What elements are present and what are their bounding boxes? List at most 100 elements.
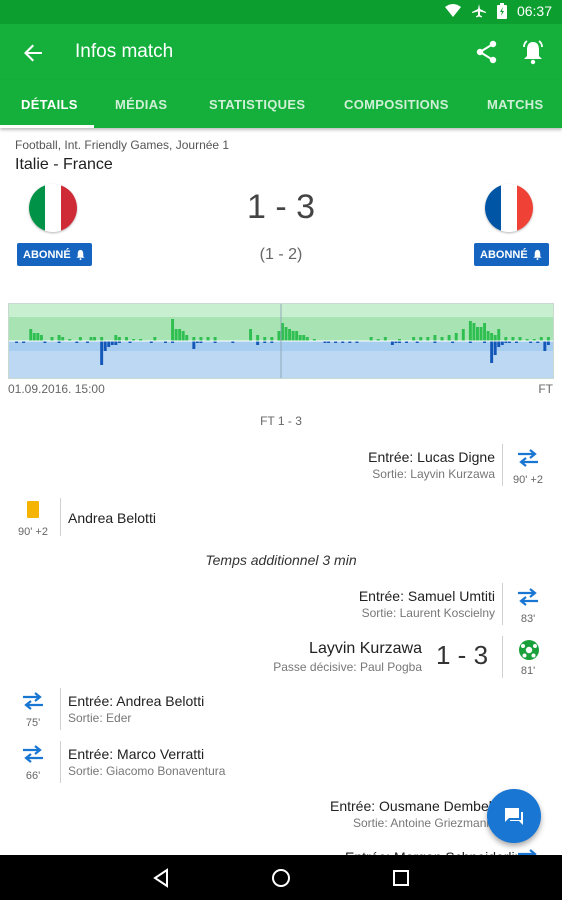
home-momentum-bar	[472, 323, 476, 341]
status-bar: 06:37	[0, 0, 562, 24]
home-momentum-bar	[185, 335, 189, 341]
italy-flag-icon[interactable]	[29, 184, 77, 232]
share-icon[interactable]	[474, 39, 500, 65]
away-momentum-bar	[390, 341, 394, 345]
home-momentum-bar	[483, 323, 487, 341]
tab-lineups[interactable]: COMPOSITIONS	[344, 97, 449, 112]
home-momentum-bar	[114, 335, 118, 341]
tab-details[interactable]: DÉTAILS	[21, 97, 78, 112]
nav-recents-icon[interactable]	[391, 867, 411, 889]
event-scorer: Layvin Kurzawa	[309, 640, 422, 657]
battery-icon	[496, 3, 507, 19]
event-minute: 81'	[520, 665, 536, 677]
home-momentum-bar	[29, 329, 33, 341]
kickoff-time: 01.09.2016. 15:00	[8, 382, 105, 396]
home-momentum-bar	[125, 337, 128, 341]
system-nav-bar	[0, 855, 562, 900]
away-momentum-bar	[256, 341, 260, 345]
match-score: 1 - 3	[246, 188, 316, 226]
page-title: Infos match	[75, 41, 174, 62]
home-momentum-bar	[171, 319, 175, 341]
chat-fab-button[interactable]	[487, 789, 541, 843]
event-player-in: Entrée: Samuel Umtiti	[358, 588, 495, 604]
home-momentum-bar	[479, 327, 483, 341]
home-momentum-bar	[288, 329, 292, 341]
home-momentum-bar	[213, 337, 217, 341]
chat-icon	[505, 808, 523, 825]
event-player-in: Entrée: Andrea Belotti	[68, 693, 205, 709]
event-assist: Passe décisive: Paul Pogba	[273, 660, 422, 674]
divider	[502, 583, 503, 625]
event-minute: 90' +2	[18, 526, 48, 538]
home-momentum-bar	[369, 337, 373, 341]
home-momentum-bar	[493, 335, 497, 341]
away-momentum-bar	[100, 341, 104, 365]
event-player-out: Sortie: Laurent Koscielny	[361, 606, 495, 620]
home-momentum-bar	[518, 337, 522, 341]
home-momentum-bar	[468, 321, 472, 341]
home-momentum-bar	[263, 337, 267, 341]
home-momentum-bar	[153, 337, 157, 341]
fulltime-label: FT	[538, 382, 553, 396]
event-player-in: Entrée: Marco Verratti	[68, 746, 205, 762]
divider	[502, 444, 503, 486]
substitution-icon	[23, 745, 43, 763]
home-momentum-bar	[412, 337, 416, 341]
home-momentum-bar	[295, 331, 299, 341]
home-momentum-bar	[511, 337, 515, 341]
tab-statistics[interactable]: STATISTIQUES	[209, 97, 305, 112]
home-momentum-bar	[440, 337, 444, 341]
home-momentum-bar	[476, 327, 479, 341]
tab-medias[interactable]: MÉDIAS	[115, 97, 167, 112]
tab-matches[interactable]: MATCHS	[487, 97, 543, 112]
away-subscribe-button[interactable]: ABONNÉ	[474, 243, 549, 266]
home-momentum-bar	[302, 335, 306, 341]
home-momentum-bar	[426, 337, 430, 341]
home-momentum-bar	[256, 335, 260, 341]
event-minute: 83'	[520, 613, 536, 625]
france-flag-icon[interactable]	[485, 184, 533, 232]
home-momentum-bar	[192, 337, 196, 341]
tab-indicator	[0, 125, 94, 128]
home-momentum-bar	[93, 337, 97, 341]
home-momentum-bar	[89, 337, 93, 341]
nav-back-icon[interactable]	[151, 867, 171, 889]
home-momentum-bar	[298, 335, 302, 341]
home-subscribe-button[interactable]: ABONNÉ	[17, 243, 92, 266]
home-momentum-bar	[32, 333, 36, 341]
wifi-icon	[444, 4, 461, 17]
home-momentum-bar	[39, 335, 43, 341]
app-bar: Infos match	[0, 24, 562, 80]
event-player-out: Sortie: Layvin Kurzawa	[372, 467, 495, 481]
final-score-label: FT 1 - 3	[260, 414, 302, 428]
airplane-icon	[471, 4, 486, 18]
event-player-in: Entrée: Lucas Digne	[368, 449, 495, 465]
home-momentum-bar	[486, 331, 490, 341]
notification-bell-icon[interactable]	[519, 38, 547, 66]
bell-icon	[76, 249, 85, 260]
home-momentum-bar	[57, 335, 61, 341]
home-momentum-bar	[546, 337, 550, 341]
home-subscribe-label: ABONNÉ	[23, 248, 71, 261]
home-momentum-bar	[199, 337, 203, 341]
event-minute: 75'	[25, 717, 41, 729]
home-momentum-bar	[419, 337, 423, 341]
away-momentum-bar	[110, 341, 114, 345]
home-momentum-bar	[174, 329, 178, 341]
home-momentum-bar	[50, 337, 54, 341]
tab-bar: DÉTAILS MÉDIAS STATISTIQUES COMPOSITIONS…	[0, 80, 562, 128]
substitution-icon	[23, 692, 43, 710]
home-momentum-bar	[490, 333, 494, 341]
nav-home-icon[interactable]	[270, 867, 292, 889]
event-player-out: Sortie: Giacomo Bonaventura	[68, 764, 226, 778]
home-momentum-bar	[305, 337, 309, 341]
event-minute: 90' +2	[513, 474, 543, 486]
momentum-graph	[8, 303, 554, 379]
home-momentum-bar	[249, 329, 253, 341]
home-momentum-bar	[270, 337, 274, 341]
away-momentum-bar	[543, 341, 547, 351]
away-subscribe-label: ABONNÉ	[480, 248, 528, 261]
home-momentum-bar	[100, 337, 104, 341]
back-arrow-icon[interactable]	[18, 38, 48, 68]
event-minute: 66'	[25, 770, 41, 782]
